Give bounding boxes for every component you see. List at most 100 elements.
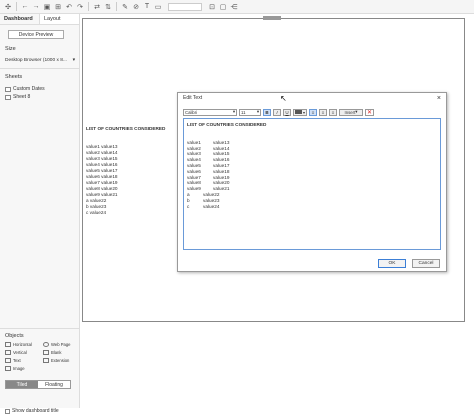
present-icon[interactable]: ▢ [218,2,228,12]
forward-icon[interactable]: → [31,2,41,12]
insert-dropdown[interactable]: Insert ▾ [339,108,363,116]
toolbar-divider [116,2,117,11]
editor-row: c value24 [187,204,437,210]
object-vertical[interactable]: Vertical [5,350,27,355]
toolbar-divider [16,2,17,11]
object-label: Text [13,358,21,363]
fit-dropdown[interactable] [168,2,202,11]
pin-icon[interactable]: ⊡ [207,2,217,12]
globe-icon [43,342,49,347]
image-icon [5,366,11,371]
font-dropdown[interactable]: Calibri ▾ [183,108,237,116]
color-swatch [295,110,302,114]
chevron-down-icon: ▾ [303,109,306,115]
sheets-label: Sheets [5,74,23,80]
floating-button[interactable]: Floating [38,381,70,388]
toolbar-divider [88,2,89,11]
editor-title-line: LIST OF COUNTRIES CONSIDERED [187,122,267,127]
object-web-page[interactable]: Web Page [43,342,70,347]
highlight-icon[interactable]: ✎ [120,2,130,12]
dialog-buttons: OK Cancel [378,259,440,268]
drag-handle[interactable] [263,16,281,20]
object-label: Blank [51,350,62,355]
size-dropdown[interactable]: Desktop Browser (1000 x 8... ▾ [5,56,75,64]
share-icon[interactable]: ⋲ [229,2,239,12]
ok-button[interactable]: OK [378,259,406,268]
extension-icon [43,358,49,363]
object-label: Horizontal [13,342,32,347]
bold-button[interactable]: B [263,108,271,116]
text-editor[interactable]: LIST OF COUNTRIES CONSIDERED value1 value… [183,118,441,250]
tableau-logo-icon[interactable]: ✣ [3,2,13,12]
chevron-down-icon: ▾ [355,109,358,114]
font-color-button[interactable]: ▾ [293,108,307,116]
show-title-checkbox[interactable] [5,408,10,414]
redo-icon[interactable]: ↷ [75,2,85,12]
sheet-item-label: Custom Dates [13,86,45,92]
editor-cell: value24 [203,203,220,209]
label-icon[interactable]: T [142,2,152,12]
align-left-icon: ≡ [311,109,315,115]
undo-icon[interactable]: ↶ [64,2,74,12]
insert-label: Insert [344,109,356,115]
object-text[interactable]: Text [5,358,21,363]
show-title-label: Show dashboard title [12,408,59,414]
canvas-line: c value24 [86,210,107,215]
format-toolbar: Calibri ▾ 11 ▾ B I U ▾ ≡ ≡ ≡ Insert ▾ ✕ [183,108,374,116]
group-icon[interactable]: ⊘ [131,2,141,12]
chevron-down-icon: ▾ [256,109,259,114]
close-icon[interactable]: × [437,95,441,102]
clear-formatting-button[interactable]: ✕ [365,108,374,116]
align-right-button[interactable]: ≡ [329,108,337,116]
align-right-icon: ≡ [331,109,335,115]
sheet-item-sheet-8[interactable]: Sheet 8 [5,94,30,100]
text-icon [5,358,11,363]
font-size-value: 11 [241,109,246,115]
align-left-button[interactable]: ≡ [309,108,317,116]
show-dashboard-title-option[interactable]: Show dashboard title [5,408,59,414]
object-extension[interactable]: Extension [43,358,69,363]
horizontal-icon [5,342,11,347]
tiled-button[interactable]: Tiled [6,381,38,388]
object-label: Extension [51,358,70,363]
italic-button[interactable]: I [273,108,281,116]
main-toolbar: ✣ ← → ▣ ⊞ ↶ ↷ ⇄ ⇅ ✎ ⊘ T ▭ ⊡ ▢ ⋲ [0,0,474,14]
tab-dashboard[interactable]: Dashboard [0,14,39,24]
dashboard-sidebar: Dashboard Layout Device Preview Size Des… [0,14,80,414]
back-icon[interactable]: ← [20,2,30,12]
new-datasource-icon[interactable]: ⊞ [53,2,63,12]
object-label: Vertical [13,350,27,355]
dialog-title: Edit Text [183,95,203,101]
device-preview-button[interactable]: Device Preview [8,30,64,39]
align-center-button[interactable]: ≡ [319,108,327,116]
divider [0,68,80,69]
save-icon[interactable]: ▣ [42,2,52,12]
canvas-text-object[interactable]: LIST OF COUNTRIES CONSIDERED value1 valu… [86,126,165,216]
object-label: Image [13,366,25,371]
underline-button[interactable]: U [283,108,291,116]
tab-layout[interactable]: Layout [39,14,79,24]
worksheet-icon [5,86,11,92]
sheet-item-custom-dates[interactable]: Custom Dates [5,86,45,92]
sidebar-tabs: Dashboard Layout [0,14,79,25]
sort-icon[interactable]: ⇅ [103,2,113,12]
size-value: Desktop Browser (1000 x 8... [5,57,67,63]
chevron-down-icon: ▾ [232,109,235,114]
objects-label: Objects [5,333,24,339]
object-horizontal[interactable]: Horizontal [5,342,32,347]
vertical-icon [5,350,11,355]
dialog-titlebar[interactable]: Edit Text × [178,93,446,103]
canvas-title: LIST OF COUNTRIES CONSIDERED [86,126,166,131]
font-size-dropdown[interactable]: 11 ▾ [239,108,261,116]
cancel-button[interactable]: Cancel [412,259,440,268]
fit-icon[interactable]: ▭ [153,2,163,12]
tiled-floating-toggle: Tiled Floating [5,380,71,389]
swap-icon[interactable]: ⇄ [92,2,102,12]
editor-cell: c [187,203,190,209]
font-value: Calibri [185,109,198,115]
size-label: Size [5,46,16,52]
worksheet-icon [5,94,11,100]
object-image[interactable]: Image [5,366,25,371]
chevron-down-icon: ▾ [72,57,75,63]
object-blank[interactable]: Blank [43,350,61,355]
